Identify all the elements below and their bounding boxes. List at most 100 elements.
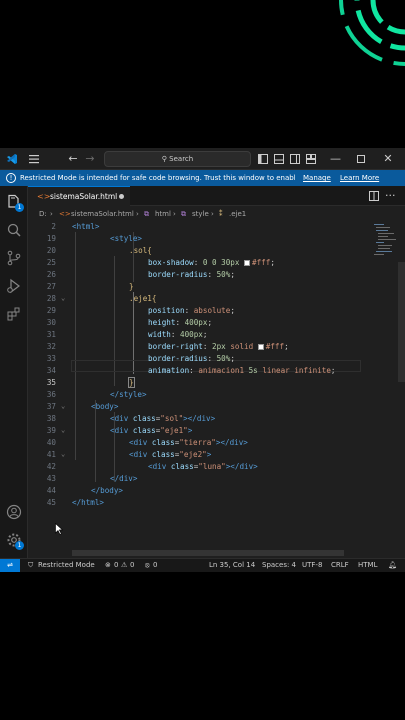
shield-icon: ⛉ xyxy=(28,561,34,569)
line-number: 44 xyxy=(46,486,56,495)
breadcrumb-html[interactable]: html xyxy=(155,207,171,222)
close-window-icon[interactable]: ✕ xyxy=(383,152,393,166)
minimize-icon[interactable]: — xyxy=(330,152,341,166)
more-actions-icon[interactable]: ··· xyxy=(385,189,396,203)
breadcrumb-style[interactable]: style xyxy=(192,207,209,222)
menu-icon[interactable] xyxy=(28,152,40,166)
code-text: </body> xyxy=(91,486,124,495)
element-icon: ⧉ xyxy=(144,210,149,218)
accounts-icon[interactable] xyxy=(6,504,22,520)
horizontal-scrollbar[interactable] xyxy=(72,550,344,556)
code-text: </div> xyxy=(110,474,138,483)
line-number: 35 xyxy=(46,378,56,387)
fold-chevron-icon[interactable]: ⌄ xyxy=(61,450,65,458)
remote-indicator-icon[interactable]: ⇌ xyxy=(0,559,20,572)
error-count[interactable]: 0 xyxy=(114,559,118,572)
code-line: .sol{ xyxy=(129,246,152,255)
tab-label: sistemaSolar.html xyxy=(50,192,118,201)
search-activity-icon[interactable] xyxy=(6,222,22,238)
breadcrumb-selector[interactable]: .eje1 xyxy=(229,207,246,222)
indent-guide xyxy=(75,232,76,460)
notifications-bell-icon[interactable]: 🔔︎ xyxy=(388,559,397,572)
toggle-secondary-sidebar-icon[interactable] xyxy=(290,152,300,166)
color-swatch[interactable] xyxy=(257,344,264,350)
code-line: </div> xyxy=(110,474,137,483)
code-line: .eje1{ xyxy=(129,294,156,303)
line-number: 30 xyxy=(46,318,56,327)
forward-arrow-icon[interactable]: → xyxy=(84,152,96,166)
settings-gear-icon[interactable]: 1 xyxy=(6,532,24,550)
code-line: <div class="eje2"> xyxy=(129,450,212,459)
breadcrumb-file[interactable]: sistemaSolar.html xyxy=(71,207,134,222)
search-label: Search xyxy=(169,155,194,163)
fold-chevron-icon[interactable]: ⌄ xyxy=(61,294,65,302)
line-number: 39 xyxy=(46,426,56,435)
run-debug-icon[interactable] xyxy=(6,278,22,294)
code-text: .sol{ xyxy=(129,246,152,255)
chevron-right-icon: › xyxy=(50,210,53,218)
code-line: <div class="eje1"> xyxy=(110,426,193,435)
vscode-logo-icon xyxy=(7,154,17,164)
restricted-mode-banner: ! Restricted Mode is intended for safe c… xyxy=(0,170,405,186)
indentation[interactable]: Spaces: 4 xyxy=(262,559,296,572)
line-number: 26 xyxy=(46,270,56,279)
line-number: 25 xyxy=(46,258,56,267)
restricted-mode-status[interactable]: Restricted Mode xyxy=(38,559,95,572)
breadcrumb-folder[interactable]: D: xyxy=(39,207,47,222)
line-number: 43 xyxy=(46,474,56,483)
code-line: border-radius: 50%; xyxy=(148,354,235,363)
unsaved-dot-icon[interactable] xyxy=(119,194,124,199)
back-arrow-icon[interactable]: ← xyxy=(67,152,79,166)
code-text: </style> xyxy=(110,390,147,399)
code-line: position: absolute; xyxy=(148,306,235,315)
code-line: <html> xyxy=(72,222,99,231)
line-number: 41 xyxy=(46,450,56,459)
code-line: </html> xyxy=(72,498,104,507)
maximize-icon[interactable] xyxy=(356,152,366,166)
tab-sistemasolar[interactable]: <> sistemaSolar.html xyxy=(28,186,130,206)
explorer-badge: 1 xyxy=(15,203,24,212)
extensions-icon[interactable] xyxy=(6,306,22,322)
line-number: 2 xyxy=(51,222,56,231)
toggle-panel-icon[interactable] xyxy=(274,152,284,166)
line-number: 34 xyxy=(46,366,56,375)
language-mode[interactable]: HTML xyxy=(358,559,377,572)
line-number: 33 xyxy=(46,354,56,363)
settings-badge: 1 xyxy=(15,541,24,550)
line-number: 19 xyxy=(46,234,56,243)
code-editor[interactable]: 2 <html> 19 <style> 20 .sol{ 25 box-shad… xyxy=(28,222,405,550)
fold-chevron-icon[interactable]: ⌄ xyxy=(61,402,65,410)
code-text: </html> xyxy=(72,498,105,507)
source-control-icon[interactable] xyxy=(6,250,22,266)
activity-bar: 1 1 xyxy=(0,186,28,558)
line-number: 32 xyxy=(46,342,56,351)
manage-link[interactable]: Manage xyxy=(303,170,331,186)
warning-count[interactable]: 0 xyxy=(130,559,134,572)
split-editor-icon[interactable] xyxy=(369,189,379,203)
cursor-position[interactable]: Ln 35, Col 14 xyxy=(209,559,255,572)
encoding[interactable]: UTF-8 xyxy=(302,559,322,572)
minimap[interactable] xyxy=(370,222,398,262)
code-text: <style> xyxy=(110,234,143,243)
chevron-right-icon: › xyxy=(173,210,176,218)
line-number: 31 xyxy=(46,330,56,339)
fold-chevron-icon[interactable]: ⌄ xyxy=(61,426,65,434)
line-ending[interactable]: CRLF xyxy=(331,559,349,572)
customize-layout-icon[interactable] xyxy=(306,152,316,166)
code-line: } xyxy=(129,282,134,291)
line-number: 45 xyxy=(46,498,56,507)
line-number: 37 xyxy=(46,402,56,411)
line-number: 27 xyxy=(46,282,56,291)
color-swatch[interactable] xyxy=(244,260,251,266)
code-line: } xyxy=(128,377,135,388)
selector-icon: ⁑ xyxy=(219,210,223,218)
html-file-icon: <> xyxy=(59,210,71,218)
toggle-sidebar-icon[interactable] xyxy=(258,152,268,166)
explorer-icon[interactable]: 1 xyxy=(6,194,24,212)
learn-more-link[interactable]: Learn More xyxy=(340,170,379,186)
decorative-rings xyxy=(339,0,405,66)
code-line: width: 400px; xyxy=(148,330,208,339)
vertical-scrollbar[interactable] xyxy=(398,262,405,382)
search-input[interactable]: ⚲ Search xyxy=(104,151,251,167)
ports-count[interactable]: 0 xyxy=(153,559,157,572)
